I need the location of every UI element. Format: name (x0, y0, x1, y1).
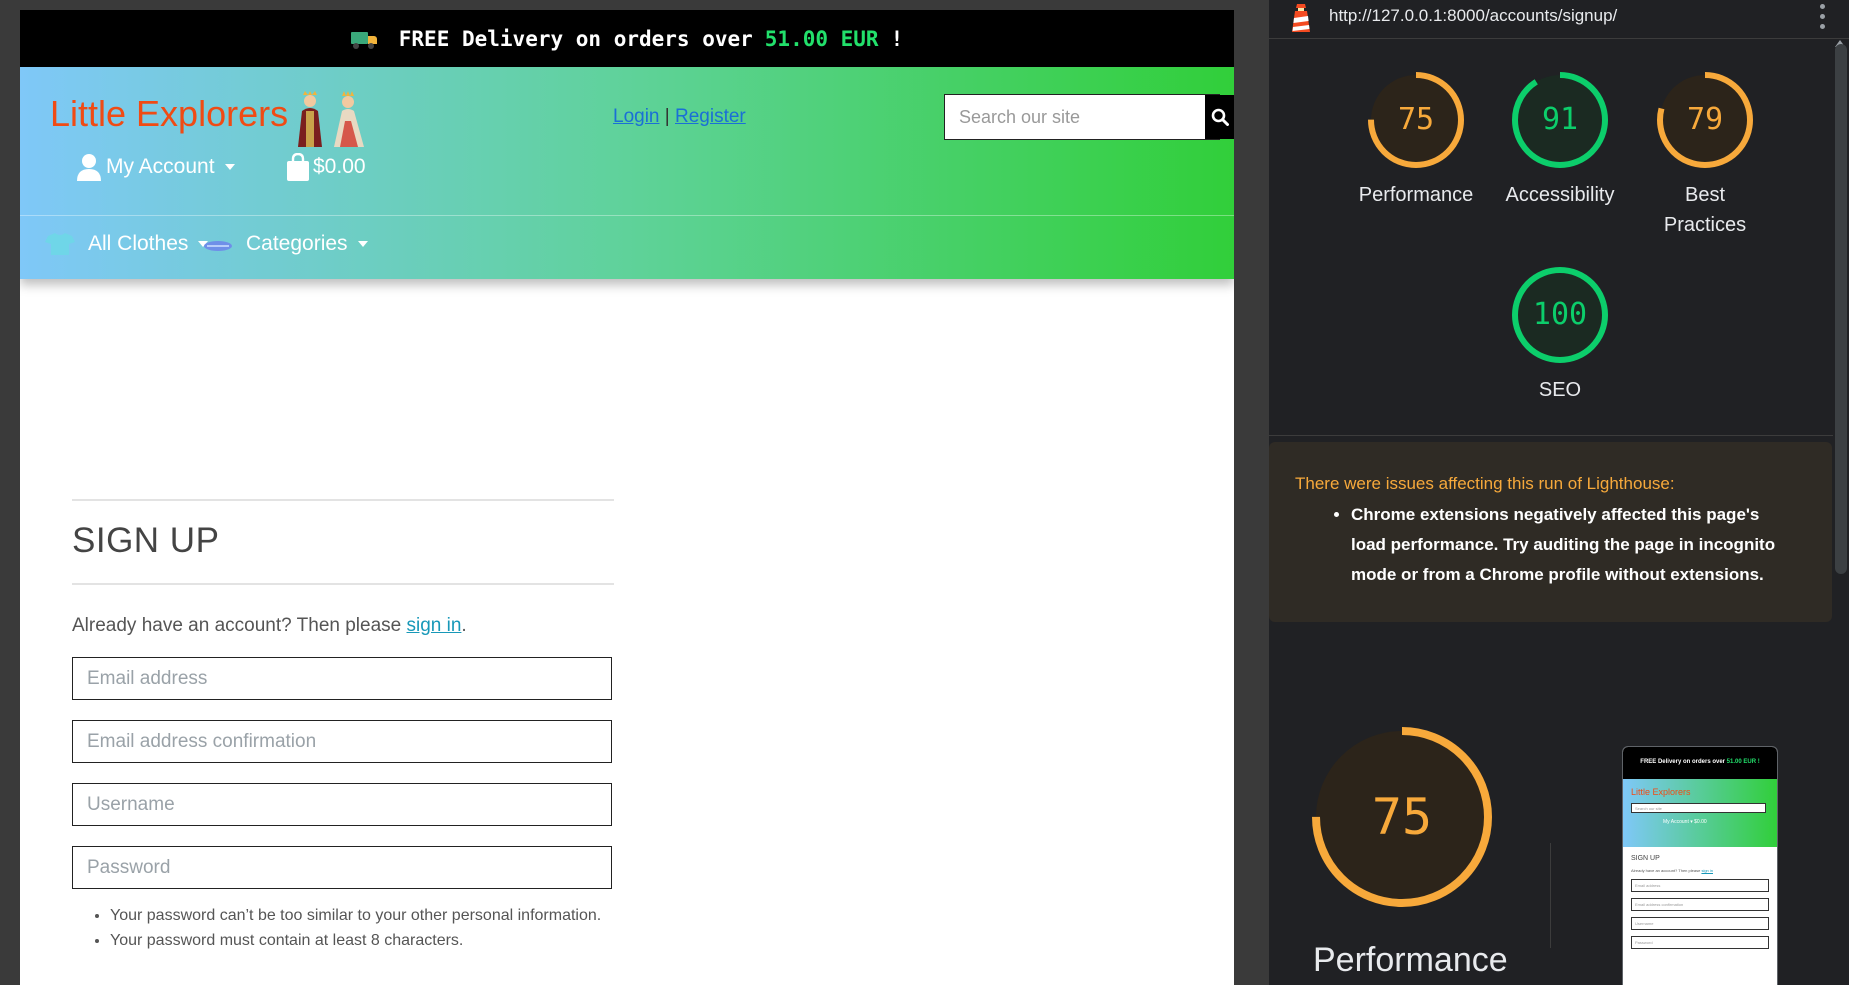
warning-title: There were issues affecting this run of … (1295, 474, 1675, 493)
user-icon (77, 154, 101, 181)
search-button[interactable] (1205, 95, 1234, 139)
thumb-banner-text: FREE Delivery on orders over (1640, 759, 1725, 765)
score-label: Accessibility (1505, 184, 1615, 206)
login-link[interactable]: Login (613, 106, 660, 127)
thumb-heading: SIGN UP (1631, 855, 1660, 862)
email-field[interactable] (72, 657, 612, 700)
thumb-header: Little Explorers Search our site My Acco… (1623, 779, 1777, 847)
thumb-search: Search our site (1631, 803, 1766, 813)
thumb-field: Username (1631, 917, 1769, 930)
website-viewport: FREE Delivery on orders over 51.00 EUR !… (20, 10, 1234, 985)
thumb-field: Email address (1631, 879, 1769, 892)
warning-box: There were issues affecting this run of … (1269, 442, 1832, 622)
thumb-logo: Little Explorers (1631, 787, 1691, 797)
search-input[interactable] (945, 95, 1205, 139)
my-account-label: My Account (106, 155, 215, 178)
thumb-account: My Account ▾ $0.00 (1663, 819, 1707, 825)
nav-categories[interactable]: Categories (202, 232, 368, 256)
thumb-field: Email address confirmation (1631, 898, 1769, 911)
more-options-icon[interactable] (1820, 4, 1826, 34)
lighthouse-panel: http://127.0.0.1:8000/accounts/signup/ 7… (1269, 0, 1849, 985)
divider (72, 583, 614, 585)
prompt-period: . (461, 615, 467, 636)
thumb-prompt: Already have an account? Then please sig… (1631, 868, 1769, 873)
cart-total: $0.00 (313, 155, 366, 178)
gauge-seo[interactable]: 100 SEO (1490, 265, 1630, 405)
royal-couple-icon (298, 91, 364, 147)
nav-all-clothes[interactable]: All Clothes (44, 232, 209, 256)
chevron-down-icon (224, 164, 235, 170)
nav-categories-label: Categories (246, 232, 348, 255)
delivery-amount: 51.00 EUR (764, 26, 879, 51)
username-field[interactable] (72, 783, 612, 826)
site-header: Little Explorers Login | Register Search… (20, 67, 1234, 279)
performance-score: 75 (1371, 788, 1433, 846)
divider (72, 499, 614, 501)
email-confirm-field[interactable] (72, 720, 612, 763)
gauge-performance[interactable]: 75 Performance (1346, 70, 1486, 210)
signin-link[interactable]: sign in (407, 615, 462, 636)
tshirt-icon (45, 233, 75, 255)
score-value: 91 (1541, 102, 1579, 137)
score-value: 79 (1686, 102, 1724, 137)
score-label: Best Practices (1663, 184, 1747, 236)
lighthouse-toolbar: http://127.0.0.1:8000/accounts/signup/ (1269, 0, 1849, 39)
performance-main-gauge: 75 (1307, 722, 1497, 912)
signup-form: SIGN UP Already have an account? Then pl… (72, 499, 614, 953)
password-hints: Your password can’t be too similar to yo… (72, 903, 614, 953)
delivery-suffix: ! (890, 26, 904, 51)
register-link[interactable]: Register (675, 106, 746, 127)
thumb-banner: FREE Delivery on orders over 51.00 EUR ! (1623, 747, 1777, 779)
thumb-signin: sign in (1701, 868, 1713, 873)
warning-item: Chrome extensions negatively affected th… (1351, 500, 1791, 590)
password-hint: Your password must contain at least 8 ch… (110, 928, 614, 953)
delivery-text: FREE Delivery on orders over (398, 26, 753, 51)
thumb-prompt-text: Already have an account? Then please (1631, 868, 1701, 873)
my-account-dropdown[interactable]: My Account (76, 153, 235, 181)
divider (1550, 843, 1551, 948)
main-nav: All Clothes Categories (20, 215, 1234, 280)
scrollbar[interactable] (1835, 44, 1847, 574)
password-hint: Your password can’t be too similar to yo… (110, 903, 614, 928)
chevron-down-icon (357, 241, 368, 247)
page-title: SIGN UP (72, 521, 220, 560)
nav-all-clothes-label: All Clothes (88, 232, 189, 255)
signin-prompt: Already have an account? Then please sig… (72, 615, 614, 637)
score-label: SEO (1538, 379, 1582, 401)
lighthouse-icon (1292, 4, 1310, 32)
divider (1269, 435, 1833, 436)
score-value: 100 (1532, 297, 1588, 332)
signin-prompt-text: Already have an account? Then please (72, 615, 402, 636)
thumb-field: Password (1631, 936, 1769, 949)
cart-link[interactable]: $0.00 (286, 153, 366, 181)
score-label: Performance (1358, 184, 1474, 206)
shopping-bag-icon (287, 153, 309, 181)
delivery-banner: FREE Delivery on orders over 51.00 EUR ! (20, 10, 1234, 67)
warning-list: Chrome extensions negatively affected th… (1331, 500, 1791, 590)
gauge-accessibility[interactable]: 91 Accessibility (1490, 70, 1630, 210)
performance-heading: Performance (1313, 941, 1508, 979)
search-form (944, 94, 1234, 140)
sunglasses-icon (204, 241, 232, 251)
auth-separator: | (664, 106, 670, 127)
thumb-banner-amount: 51.00 EUR ! (1726, 759, 1760, 765)
score-value: 75 (1397, 102, 1435, 137)
auth-links: Login | Register (613, 106, 746, 128)
password-field[interactable] (72, 846, 612, 889)
brand-logo[interactable]: Little Explorers (50, 93, 288, 135)
search-icon (1211, 108, 1229, 126)
audited-url: http://127.0.0.1:8000/accounts/signup/ (1329, 6, 1618, 25)
gauge-best-practices[interactable]: 79 Best Practices (1635, 70, 1775, 240)
truck-icon (350, 30, 377, 49)
page-screenshot-thumbnail[interactable]: FREE Delivery on orders over 51.00 EUR !… (1622, 746, 1778, 985)
